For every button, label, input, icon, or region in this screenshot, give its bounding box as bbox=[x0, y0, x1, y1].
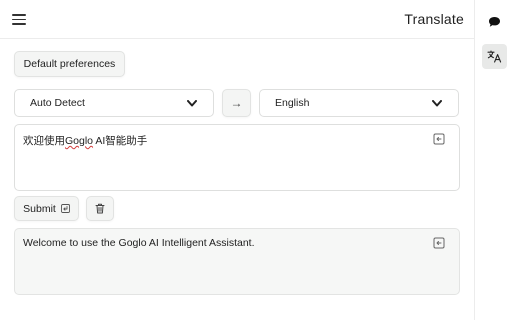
chat-bubble-icon bbox=[489, 16, 500, 27]
source-text-prefix: 欢迎使用 bbox=[23, 135, 65, 147]
chevron-down-icon bbox=[432, 100, 442, 107]
translate-icon bbox=[487, 50, 502, 63]
rail-item-translate[interactable] bbox=[482, 44, 507, 69]
enter-icon bbox=[60, 204, 70, 213]
source-text-input[interactable]: 欢迎使用Goglo AI智能助手 bbox=[14, 124, 460, 191]
copy-icon[interactable] bbox=[433, 237, 445, 249]
source-language-select[interactable]: Auto Detect bbox=[14, 89, 214, 117]
arrow-right-icon: → bbox=[230, 96, 243, 110]
target-language-value: English bbox=[275, 97, 310, 109]
page-title: Translate bbox=[404, 11, 464, 27]
copy-icon[interactable] bbox=[433, 133, 445, 145]
default-preferences-button[interactable]: Default preferences bbox=[14, 51, 125, 77]
translation-text: Welcome to use the Goglo AI Intelligent … bbox=[23, 237, 255, 249]
chevron-down-icon bbox=[187, 100, 197, 107]
submit-label: Submit bbox=[23, 202, 56, 215]
swap-languages-button[interactable]: → bbox=[222, 89, 251, 117]
target-language-select[interactable]: English bbox=[259, 89, 459, 117]
translate-panel: Translate Default preferences Auto Detec… bbox=[0, 0, 474, 320]
top-bar: Translate bbox=[0, 0, 474, 39]
side-rail bbox=[474, 0, 512, 320]
rail-item-chat[interactable] bbox=[482, 9, 507, 34]
trash-icon bbox=[95, 203, 105, 214]
submit-button[interactable]: Submit bbox=[14, 196, 79, 221]
translation-output: Welcome to use the Goglo AI Intelligent … bbox=[14, 228, 460, 295]
source-text-suffix: AI智能助手 bbox=[93, 135, 148, 147]
source-language-value: Auto Detect bbox=[30, 97, 85, 109]
spellcheck-word: Goglo bbox=[65, 135, 94, 147]
clear-button[interactable] bbox=[86, 196, 114, 221]
hamburger-icon[interactable] bbox=[12, 14, 26, 25]
